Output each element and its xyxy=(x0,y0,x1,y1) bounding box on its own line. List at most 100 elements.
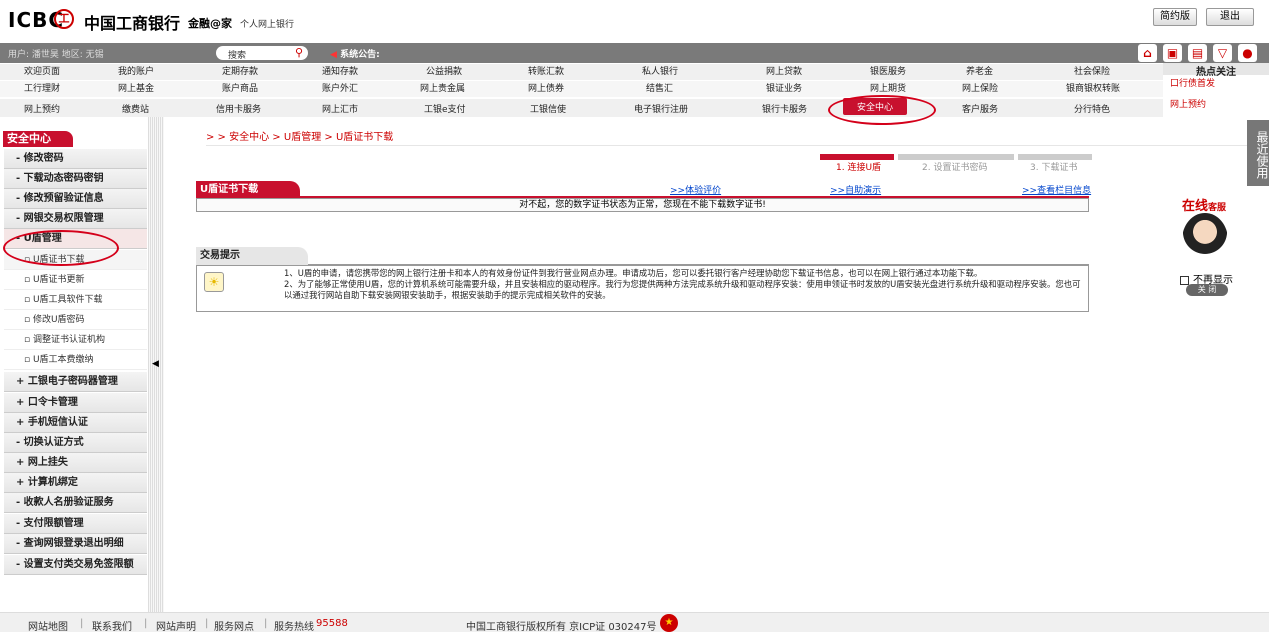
sidebar-item[interactable]: - 网银交易权限管理 xyxy=(4,209,147,229)
sidebar-subitem[interactable]: ▫ U盾工具软件下载 xyxy=(4,290,147,310)
speaker-icon: ◀ xyxy=(330,50,337,60)
inbox-icon[interactable]: ▽ xyxy=(1213,44,1232,62)
menu-item[interactable]: 网上贷款 xyxy=(766,64,802,77)
menu-item[interactable]: 网上债券 xyxy=(528,81,564,94)
sidebar-item-label: 支付限额管理 xyxy=(23,518,84,529)
sidebar-item[interactable]: - 设置支付类交易免签限额 xyxy=(4,555,147,575)
checkbox-icon[interactable] xyxy=(1180,275,1189,285)
menu-item[interactable]: 银行卡服务 xyxy=(762,102,807,115)
main-menu: 欢迎页面 我的账户 定期存款 通知存款 公益捐款 转账汇款 私人银行 网上贷款 … xyxy=(0,63,1163,117)
menu-item[interactable]: 养老金 xyxy=(966,64,993,77)
menu-item[interactable]: 信用卡服务 xyxy=(216,102,261,115)
customer-service-avatar[interactable] xyxy=(1182,213,1228,267)
quick-icons: ⌂ ▣ ▤ ▽ ● xyxy=(1138,44,1257,62)
menu-item[interactable]: 我的账户 xyxy=(118,64,154,77)
search-input[interactable]: 搜索 xyxy=(228,48,246,61)
collapse-icon: - xyxy=(16,559,21,570)
breadcrumb-item[interactable]: U盾管理 xyxy=(284,132,321,143)
sidebar-subitem[interactable]: ▫ U盾证书更新 xyxy=(4,270,147,290)
system-notice[interactable]: ◀ 系统公告: xyxy=(330,47,380,60)
card-icon[interactable]: ▤ xyxy=(1188,44,1207,62)
menu-item[interactable]: 定期存款 xyxy=(222,64,258,77)
sidebar-item[interactable]: + 口令卡管理 xyxy=(4,393,147,413)
contact-link[interactable]: 联系我们 xyxy=(92,618,132,633)
menu-item[interactable]: 工行理财 xyxy=(24,81,60,94)
search-box[interactable]: 搜索 ⚲ xyxy=(216,46,308,61)
close-button[interactable]: 关 闭 xyxy=(1186,284,1228,296)
header: ICBC 工 中国工商银行 金融@家 个人网上银行 简约版 退出 xyxy=(0,0,1269,42)
online-service-title-main: 在线 xyxy=(1182,199,1209,214)
menu-item[interactable]: 网上预约 xyxy=(24,102,60,115)
menu-item[interactable]: 欢迎页面 xyxy=(24,64,60,77)
sidebar-title: 安全中心 xyxy=(3,131,73,147)
menu-item[interactable]: 网上保险 xyxy=(962,81,998,94)
simple-version-button[interactable]: 简约版 xyxy=(1153,8,1197,26)
column-info-link[interactable]: >>查看栏目信息 xyxy=(1022,183,1091,196)
cart-icon[interactable]: ▣ xyxy=(1163,44,1182,62)
menu-item[interactable]: 银商银权转账 xyxy=(1066,81,1120,94)
search-icon[interactable]: ⚲ xyxy=(295,46,303,59)
exit-button[interactable]: 退出 xyxy=(1206,8,1254,26)
collapse-icon: - xyxy=(16,193,21,204)
hot-item[interactable]: 网上预约 xyxy=(1170,97,1206,110)
menu-item[interactable]: 工银e支付 xyxy=(424,102,466,115)
menu-item[interactable]: 社会保险 xyxy=(1074,64,1110,77)
sidebar-item[interactable]: - 下载动态密码密钥 xyxy=(4,169,147,189)
lightbulb-icon: ☀ xyxy=(204,272,224,292)
sidebar-item[interactable]: - 切换认证方式 xyxy=(4,433,147,453)
footer: 网站地图 | 联系我们 | 网站声明 | 服务网点 | 服务热线 95588 中… xyxy=(0,612,1269,633)
self-demo-link[interactable]: >>自助演示 xyxy=(830,183,881,196)
menu-item[interactable]: 网上基金 xyxy=(118,81,154,94)
home-icon[interactable]: ⌂ xyxy=(1138,44,1157,62)
breadcrumb-item[interactable]: 安全中心 xyxy=(229,132,269,143)
collapse-left-icon[interactable]: ◀ xyxy=(152,359,159,369)
sidebar-item[interactable]: - 修改预留验证信息 xyxy=(4,189,147,209)
menu-item[interactable]: 客户服务 xyxy=(962,102,998,115)
menu-item[interactable]: 通知存款 xyxy=(322,64,358,77)
outlets-link[interactable]: 服务网点 xyxy=(214,618,254,633)
feedback-link[interactable]: >>体验评价 xyxy=(670,183,721,196)
recent-use-tab[interactable]: 最近使用 xyxy=(1247,120,1269,186)
sidebar-item[interactable]: - 收款人名册验证服务 xyxy=(4,493,147,513)
menu-item[interactable]: 网上汇市 xyxy=(322,102,358,115)
sidebar-item[interactable]: + 手机短信认证 xyxy=(4,413,147,433)
menu-item[interactable]: 转账汇款 xyxy=(528,64,564,77)
menu-item[interactable]: 工银信使 xyxy=(530,102,566,115)
sidebar-item[interactable]: + 网上挂失 xyxy=(4,453,147,473)
collapse-icon: - xyxy=(16,213,21,224)
icbc-logo-icon: 工 xyxy=(54,9,74,29)
menu-item[interactable]: 结售汇 xyxy=(646,81,673,94)
hot-item[interactable]: 口行债首发 xyxy=(1170,76,1215,89)
menu-item[interactable]: 缴费站 xyxy=(122,102,149,115)
statement-link[interactable]: 网站声明 xyxy=(156,618,196,633)
menu-item[interactable]: 公益捐款 xyxy=(426,64,462,77)
menu-item[interactable]: 网上期货 xyxy=(870,81,906,94)
menu-item[interactable]: 网上贵金属 xyxy=(420,81,465,94)
sidebar-subitem[interactable]: ▫ 调整证书认证机构 xyxy=(4,330,147,350)
sidebar-item-label: 网上挂失 xyxy=(27,457,68,468)
menu-item[interactable]: 账户外汇 xyxy=(322,81,358,94)
expand-icon: + xyxy=(16,397,25,408)
menu-item[interactable]: 账户商品 xyxy=(222,81,258,94)
menu-item[interactable]: 银证业务 xyxy=(766,81,802,94)
menu-item[interactable]: 私人银行 xyxy=(642,64,678,77)
sidebar-item[interactable]: - 修改密码 xyxy=(4,149,147,169)
expand-icon: + xyxy=(16,376,25,387)
sidebar-item-label: 修改预留验证信息 xyxy=(23,193,104,204)
sidebar-subitem[interactable]: ▫ 修改U盾密码 xyxy=(4,310,147,330)
sitemap-link[interactable]: 网站地图 xyxy=(28,618,68,633)
collapse-icon: - xyxy=(16,518,21,529)
menu-item[interactable]: 分行特色 xyxy=(1074,102,1110,115)
menu-row-1: 欢迎页面 我的账户 定期存款 通知存款 公益捐款 转账汇款 私人银行 网上贷款 … xyxy=(0,64,1163,80)
menu-item[interactable]: 银医服务 xyxy=(870,64,906,77)
sidebar-item[interactable]: - 查询网银登录退出明细 xyxy=(4,534,147,554)
highlight-circle-sidebar xyxy=(3,230,119,266)
chat-icon[interactable]: ● xyxy=(1238,44,1257,62)
menu-item[interactable]: 电子银行注册 xyxy=(634,102,688,115)
sidebar-subitem[interactable]: ▫ U盾工本费缴纳 xyxy=(4,350,147,370)
footer-separator: | xyxy=(264,618,268,629)
sidebar-item[interactable]: - 支付限额管理 xyxy=(4,514,147,534)
sidebar-item[interactable]: + 工银电子密码器管理 xyxy=(4,372,147,392)
police-badge-icon[interactable]: ★ xyxy=(660,614,678,632)
sidebar-item[interactable]: + 计算机绑定 xyxy=(4,473,147,493)
